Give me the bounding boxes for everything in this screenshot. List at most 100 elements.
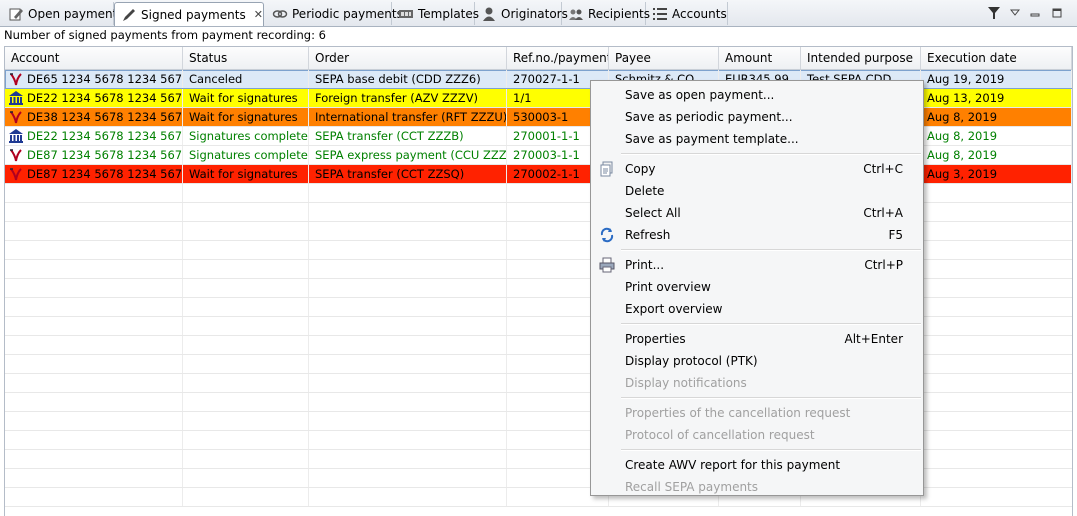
sepa-y-icon xyxy=(8,109,24,125)
menu-item-label: Print... xyxy=(625,258,665,272)
menu-item-refresh[interactable]: Refresh F5 xyxy=(593,224,921,246)
menu-item-properties-of-the-cancellation-request: Properties of the cancellation request xyxy=(593,402,921,424)
column-header-payee[interactable]: Payee xyxy=(609,47,719,69)
menu-item-create-awv-report-for-this-payment[interactable]: Create AWV report for this payment xyxy=(593,454,921,476)
people-group-icon xyxy=(568,6,584,22)
table-cell: Wait for signatures xyxy=(183,108,309,126)
edit-document-icon xyxy=(8,6,24,22)
table-cell: DE22 1234 5678 1234 5678 96 xyxy=(5,89,183,107)
menu-item-label: Export overview xyxy=(625,302,723,316)
menu-item-label: Protocol of cancellation request xyxy=(625,428,815,442)
tab-periodic-payments[interactable]: Periodic payments xyxy=(266,2,403,25)
table-cell: DE87 1234 5678 1234 5678 90 xyxy=(5,146,183,164)
maximize-icon[interactable] xyxy=(1049,4,1065,22)
tab-originators[interactable]: Originators xyxy=(475,2,568,25)
table-header: Account Status Order Ref.no./payment Pay… xyxy=(5,47,1072,70)
menu-separator xyxy=(621,323,921,325)
menu-item-label: Copy xyxy=(625,162,656,176)
printer-icon xyxy=(599,257,615,273)
menu-item-label: Properties xyxy=(625,332,686,346)
menu-item-shortcut: F5 xyxy=(888,228,903,242)
payment-count-label: Number of signed payments from payment r… xyxy=(4,28,326,42)
menu-item-save-as-periodic-payment[interactable]: Save as periodic payment... xyxy=(593,106,921,128)
refresh-icon xyxy=(599,227,615,243)
tab-label: Originators xyxy=(501,6,568,21)
menu-item-export-overview[interactable]: Export overview xyxy=(593,298,921,320)
table-cell: Wait for signatures xyxy=(183,165,309,183)
menu-item-label: Display protocol (PTK) xyxy=(625,354,758,368)
chain-link-icon xyxy=(272,6,288,22)
view-tab-bar: Open payments Signed payments ✕ Periodic… xyxy=(0,0,1077,27)
bank-icon xyxy=(8,128,24,144)
menu-item-label: Recall SEPA payments xyxy=(625,480,759,494)
menu-item-print[interactable]: Print... Ctrl+P xyxy=(593,254,921,276)
list-icon xyxy=(652,6,668,22)
menu-separator xyxy=(621,153,921,155)
table-cell: DE87 1234 5678 1234 5678 90 xyxy=(5,165,183,183)
view-menu-chevron-icon[interactable] xyxy=(1007,4,1023,22)
menu-item-label: Select All xyxy=(625,206,681,220)
tab-label: Open payments xyxy=(28,6,124,21)
tab-accounts[interactable]: Accounts xyxy=(646,2,728,25)
menu-item-shortcut: Alt+Enter xyxy=(844,332,903,346)
column-header-ref-no[interactable]: Ref.no./payment xyxy=(507,47,609,69)
menu-item-save-as-payment-template[interactable]: Save as payment template... xyxy=(593,128,921,150)
menu-item-label: Delete xyxy=(625,184,665,198)
menu-item-properties[interactable]: Properties Alt+Enter xyxy=(593,328,921,350)
table-cell: International transfer (RFT ZZZU) xyxy=(309,108,507,126)
column-header-order[interactable]: Order xyxy=(309,47,507,69)
table-cell: DE65 1234 5678 1234 5678 98 xyxy=(5,70,183,88)
table-cell: SEPA transfer (CCT ZZSQ) xyxy=(309,165,507,183)
menu-item-label: Create AWV report for this payment xyxy=(625,458,841,472)
table-cell: SEPA express payment (CCU ZZZ7) xyxy=(309,146,507,164)
bank-icon xyxy=(8,90,24,106)
column-header-account[interactable]: Account xyxy=(5,47,183,69)
tab-label: Templates xyxy=(418,6,480,21)
column-header-intended-purpose[interactable]: Intended purpose xyxy=(801,47,921,69)
menu-item-delete[interactable]: Delete xyxy=(593,180,921,202)
menu-item-label: Properties of the cancellation request xyxy=(625,406,851,420)
filter-funnel-icon[interactable] xyxy=(985,4,1003,22)
tab-label: Periodic payments xyxy=(292,6,403,21)
menu-item-label: Save as open payment... xyxy=(625,88,775,102)
menu-item-print-overview[interactable]: Print overview xyxy=(593,276,921,298)
menu-item-shortcut: Ctrl+C xyxy=(863,162,903,176)
table-cell: DE38 1234 5678 1234 5678 99 xyxy=(5,108,183,126)
sepa-y-icon xyxy=(8,147,24,163)
table-cell: Signatures complete xyxy=(183,146,309,164)
table-cell: Aug 8, 2019 xyxy=(921,108,1072,126)
table-cell: DE22 1234 5678 1234 5678 96 xyxy=(5,127,183,145)
table-cell: SEPA base debit (CDD ZZZ6) xyxy=(309,70,507,88)
table-cell: Wait for signatures xyxy=(183,89,309,107)
minimize-icon[interactable] xyxy=(1027,4,1043,22)
tab-recipients[interactable]: Recipients xyxy=(562,2,650,25)
copy-icon xyxy=(599,161,615,177)
column-header-execution-date[interactable]: Execution date xyxy=(921,47,1072,69)
tab-signed-payments[interactable]: Signed payments ✕ xyxy=(114,2,264,26)
menu-item-protocol-of-cancellation-request: Protocol of cancellation request xyxy=(593,424,921,446)
table-cell: SEPA transfer (CCT ZZZB) xyxy=(309,127,507,145)
menu-item-label: Display notifications xyxy=(625,376,747,390)
table-cell: Aug 8, 2019 xyxy=(921,127,1072,145)
table-cell: Aug 3, 2019 xyxy=(921,165,1072,183)
menu-item-display-protocol-ptk[interactable]: Display protocol (PTK) xyxy=(593,350,921,372)
menu-item-copy[interactable]: Copy Ctrl+C xyxy=(593,158,921,180)
column-header-status[interactable]: Status xyxy=(183,47,309,69)
table-cell: Signatures complete xyxy=(183,127,309,145)
menu-item-shortcut: Ctrl+A xyxy=(863,206,903,220)
menu-item-shortcut: Ctrl+P xyxy=(864,258,903,272)
table-cell: Foreign transfer (AZV ZZZV) xyxy=(309,89,507,107)
context-menu: Save as open payment... Save as periodic … xyxy=(590,80,924,496)
tab-open-payments[interactable]: Open payments xyxy=(2,2,124,25)
column-header-amount[interactable]: Amount xyxy=(719,47,801,69)
tab-templates[interactable]: Templates xyxy=(392,2,479,25)
person-icon xyxy=(481,6,497,22)
menu-item-save-as-open-payment[interactable]: Save as open payment... xyxy=(593,84,921,106)
menu-separator xyxy=(621,249,921,251)
menu-separator xyxy=(621,397,921,399)
menu-item-label: Save as periodic payment... xyxy=(625,110,793,124)
close-icon[interactable]: ✕ xyxy=(254,8,263,21)
menu-item-recall-sepa-payments: Recall SEPA payments xyxy=(593,476,921,498)
menu-item-select-all[interactable]: Select All Ctrl+A xyxy=(593,202,921,224)
menu-item-label: Print overview xyxy=(625,280,711,294)
